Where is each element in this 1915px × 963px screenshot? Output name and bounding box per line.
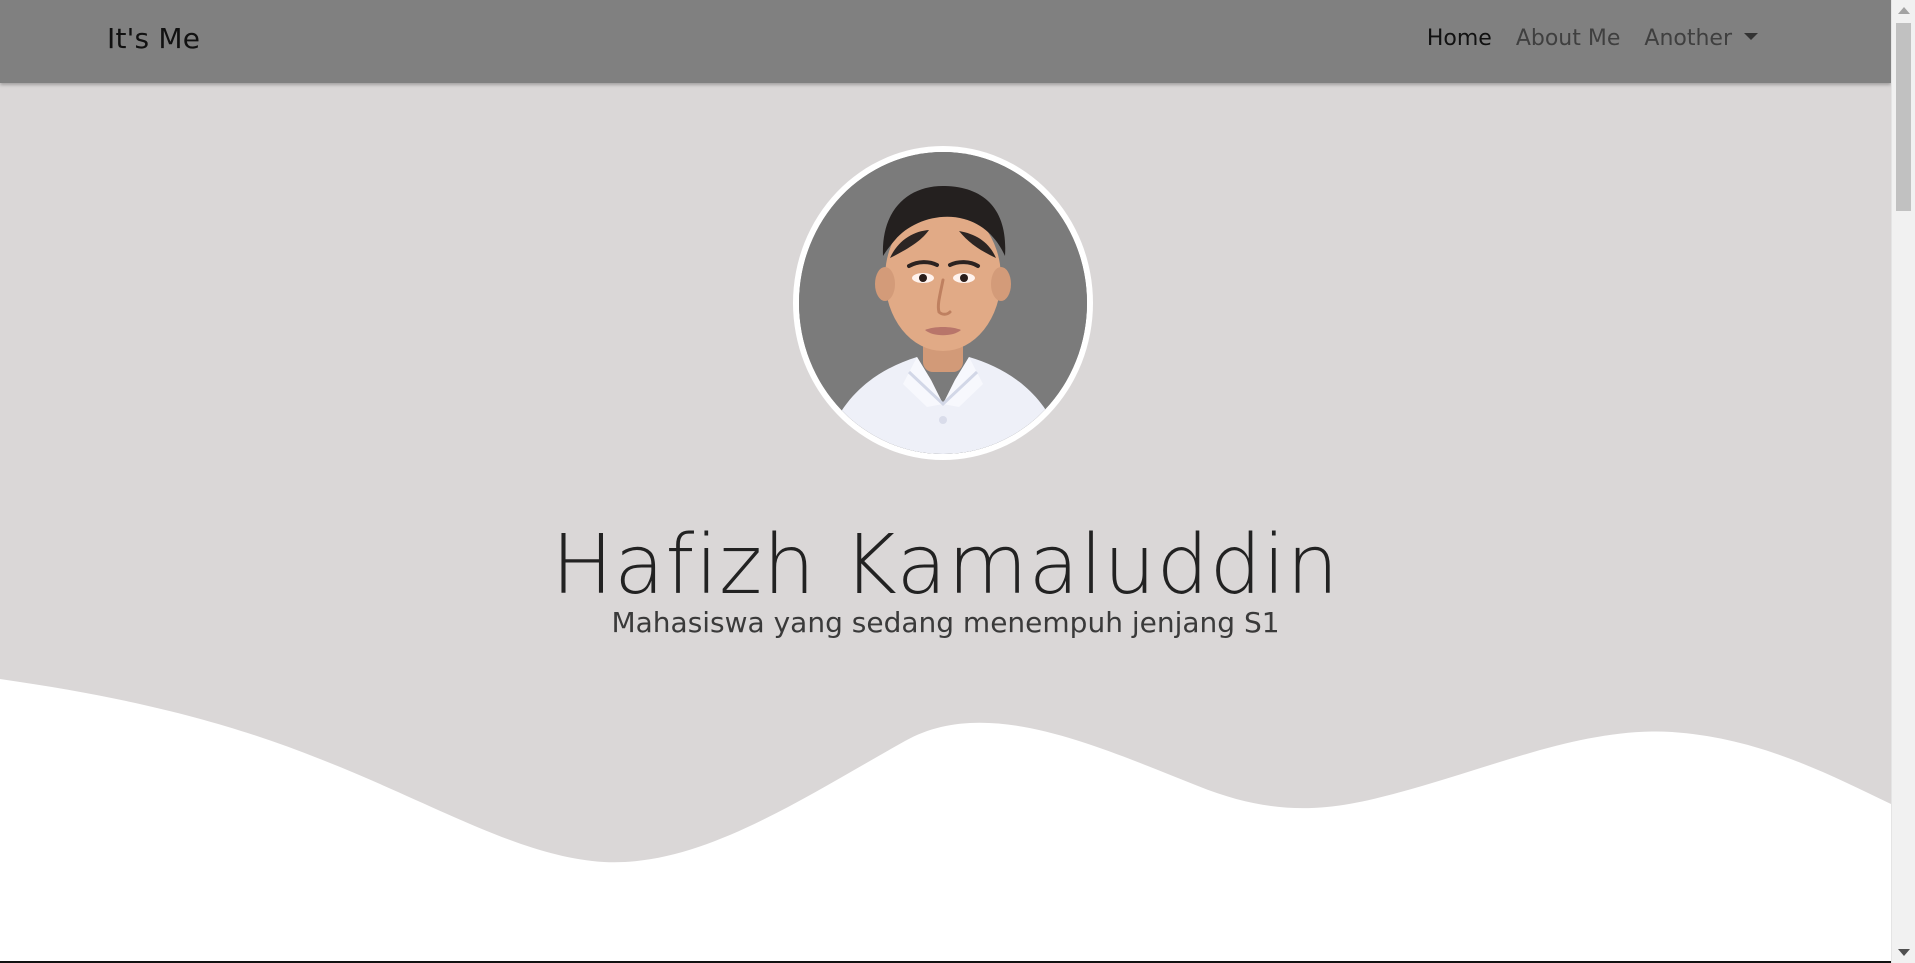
nav-dropdown-another[interactable]: Another (1632, 26, 1770, 51)
nav-link-home[interactable]: Home (1415, 26, 1504, 51)
chevron-down-icon (1744, 32, 1758, 40)
brand-link[interactable]: It's Me (107, 22, 200, 55)
nav-link-about-me[interactable]: About Me (1504, 26, 1633, 51)
vertical-scrollbar[interactable] (1891, 0, 1915, 963)
scroll-up-icon[interactable] (1898, 7, 1910, 14)
viewport: It's Me Home About Me Another Hafizh Kam… (0, 0, 1891, 963)
avatar (793, 146, 1093, 460)
scroll-down-icon[interactable] (1898, 949, 1910, 956)
hero-name: Hafizh Kamaluddin (551, 517, 1340, 613)
nav-dropdown-label: Another (1644, 26, 1732, 51)
wave-divider (0, 679, 1891, 963)
profile-photo-icon (799, 152, 1087, 454)
scrollbar-thumb[interactable] (1896, 23, 1911, 211)
navbar: It's Me Home About Me Another (0, 0, 1891, 83)
page: It's Me Home About Me Another Hafizh Kam… (0, 0, 1915, 963)
nav-links: Home About Me Another (1415, 26, 1770, 51)
hero-tagline: Mahasiswa yang sedang menempuh jenjang S… (611, 606, 1280, 639)
